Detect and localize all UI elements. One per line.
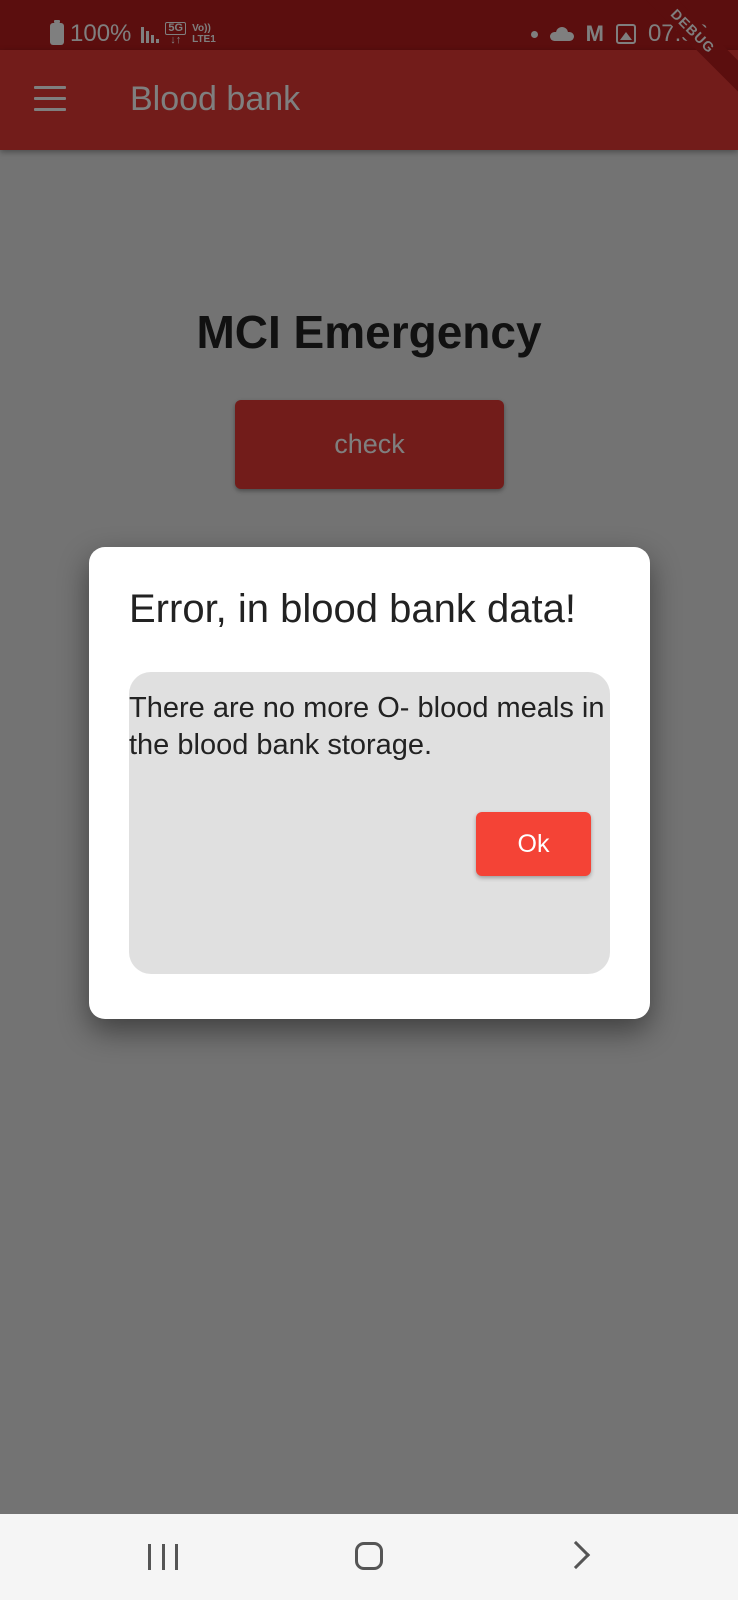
back-icon[interactable]: [561, 1540, 591, 1570]
error-dialog: Error, in blood bank data! There are no …: [89, 547, 650, 1019]
dialog-message: There are no more O- blood meals in the …: [129, 692, 605, 761]
navigation-bar: [0, 1514, 738, 1600]
ok-button[interactable]: Ok: [476, 812, 591, 876]
dialog-title: Error, in blood bank data!: [129, 587, 576, 631]
recent-apps-icon[interactable]: [148, 1544, 178, 1570]
home-icon[interactable]: [355, 1542, 383, 1570]
dialog-content: There are no more O- blood meals in the …: [129, 672, 610, 974]
